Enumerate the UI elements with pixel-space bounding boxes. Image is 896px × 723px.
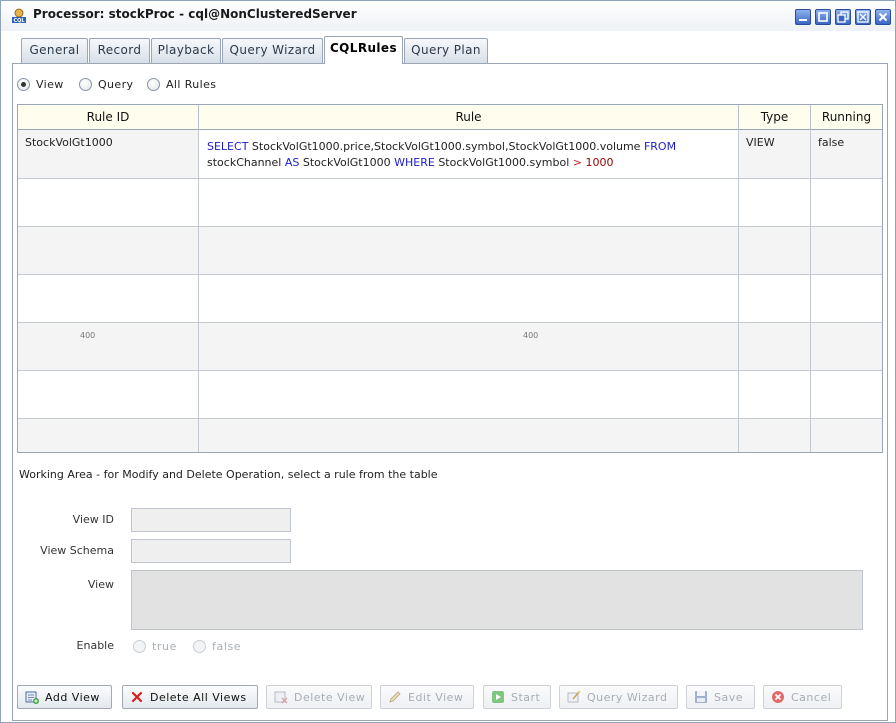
rule-id-cell: StockVolGt1000	[25, 136, 113, 149]
cql-icon: CQL	[12, 8, 26, 24]
tab-playback[interactable]: Playback	[151, 38, 221, 63]
running-cell: false	[818, 136, 845, 149]
ghost-text: 400	[80, 331, 96, 340]
column-header-rule-id[interactable]: Rule ID	[18, 105, 199, 130]
close-icon[interactable]	[875, 9, 891, 25]
delete-view-button[interactable]: Delete View	[266, 685, 372, 709]
radio-disabled-icon	[133, 640, 146, 653]
radio-unselected-icon	[147, 78, 160, 91]
radio-enable-false[interactable]: false	[193, 640, 241, 653]
delete-x-icon	[131, 691, 143, 703]
cancel-icon	[772, 691, 784, 703]
pencil-icon	[389, 691, 401, 703]
minimize-icon[interactable]	[795, 9, 811, 25]
table-row-empty[interactable]: 400 400	[18, 323, 882, 371]
radio-query-label: Query	[98, 78, 134, 91]
start-button[interactable]: Start	[483, 685, 551, 709]
dock-icon[interactable]	[855, 9, 871, 25]
delete-view-icon	[274, 691, 288, 704]
radio-view-label: View	[36, 78, 64, 91]
tab-query-plan[interactable]: Query Plan	[404, 38, 488, 63]
tab-query-wizard[interactable]: Query Wizard	[222, 38, 323, 63]
radio-enable-true[interactable]: true	[133, 640, 177, 653]
working-area-caption: Working Area - for Modify and Delete Ope…	[19, 468, 438, 481]
table-row-empty[interactable]	[18, 179, 882, 227]
radio-disabled-icon	[193, 640, 206, 653]
ghost-text: 400	[523, 331, 539, 340]
enable-label: Enable	[76, 639, 114, 652]
table-row-empty[interactable]	[18, 371, 882, 419]
view-schema-label: View Schema	[40, 544, 114, 557]
view-label: View	[87, 578, 114, 591]
add-view-button[interactable]: Add View	[17, 685, 112, 709]
restore-icon[interactable]	[815, 9, 831, 25]
svg-text:CQL: CQL	[13, 18, 25, 24]
processor-window: CQL Processor: stockProc - cql@NonCluste…	[0, 0, 896, 723]
view-textarea[interactable]	[131, 570, 863, 630]
table-row[interactable]: StockVolGt1000 SELECT StockVolGt1000.pri…	[18, 130, 882, 179]
rules-table: Rule ID Rule Type Running StockVolGt1000…	[17, 104, 883, 453]
window-title: Processor: stockProc - cql@NonClusteredS…	[33, 7, 357, 21]
tab-general[interactable]: General	[21, 38, 88, 63]
column-header-type[interactable]: Type	[739, 105, 811, 130]
type-cell: VIEW	[746, 136, 775, 149]
title-bar[interactable]: CQL Processor: stockProc - cql@NonCluste…	[1, 1, 895, 31]
table-header: Rule ID Rule Type Running	[18, 105, 882, 130]
tab-record[interactable]: Record	[89, 38, 150, 63]
cancel-button[interactable]: Cancel	[763, 685, 842, 709]
query-wizard-icon	[567, 690, 581, 703]
radio-all-rules[interactable]: All Rules	[147, 78, 216, 91]
add-view-icon	[25, 691, 39, 704]
radio-enable-true-label: true	[152, 640, 177, 653]
play-icon	[492, 691, 504, 703]
save-button[interactable]: Save	[686, 685, 755, 709]
rule-cell: SELECT StockVolGt1000.price,StockVolGt10…	[207, 140, 677, 169]
column-header-running[interactable]: Running	[811, 105, 882, 130]
column-header-rule[interactable]: Rule	[199, 105, 739, 130]
save-icon	[695, 691, 707, 703]
radio-query[interactable]: Query	[79, 78, 133, 91]
maximize-icon[interactable]	[835, 9, 851, 25]
radio-unselected-icon	[79, 78, 92, 91]
view-schema-field[interactable]	[131, 539, 291, 563]
radio-selected-icon	[17, 78, 30, 91]
radio-enable-false-label: false	[212, 640, 242, 653]
view-id-label: View ID	[72, 513, 114, 526]
tab-cqlrules[interactable]: CQLRules	[324, 36, 403, 64]
edit-view-button[interactable]: Edit View	[380, 685, 474, 709]
table-row-empty[interactable]	[18, 275, 882, 323]
table-row-empty[interactable]	[18, 419, 882, 452]
radio-view[interactable]: View	[17, 78, 64, 91]
radio-all-rules-label: All Rules	[166, 78, 217, 91]
table-row-empty[interactable]	[18, 227, 882, 275]
query-wizard-button[interactable]: Query Wizard	[559, 685, 678, 709]
delete-all-views-button[interactable]: Delete All Views	[122, 685, 258, 709]
view-id-field[interactable]	[131, 508, 291, 532]
